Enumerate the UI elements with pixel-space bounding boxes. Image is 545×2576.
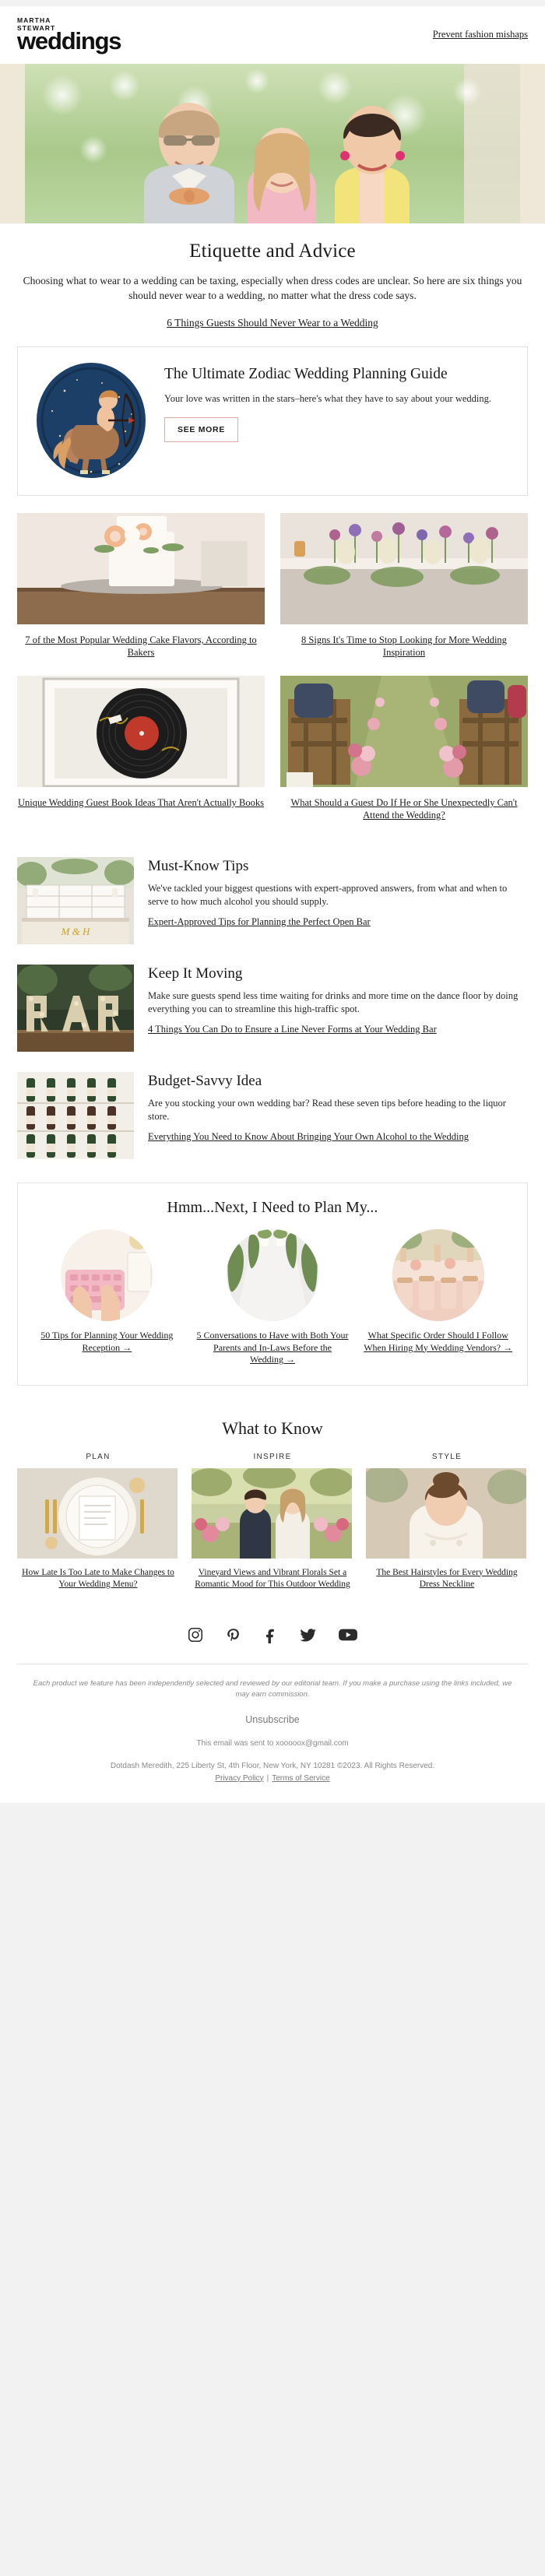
wtk-kicker-inspire: INSPIRE bbox=[253, 1452, 292, 1461]
affiliate-disclaimer: Each product we feature has been indepen… bbox=[33, 1678, 512, 1699]
bottom-strip bbox=[0, 1802, 545, 1815]
article-grid-row-2: Unique Wedding Guest Book Ideas That Are… bbox=[0, 659, 545, 821]
tip-row-budget-savvy-idea: Budget-Savvy Idea Are you stocking your … bbox=[0, 1052, 545, 1159]
tip-body: Must-Know Tips We've tackled your bigges… bbox=[148, 857, 528, 929]
email-footer: Each product we feature has been indepen… bbox=[0, 1664, 545, 1803]
tip-link[interactable]: Everything You Need to Know About Bringi… bbox=[148, 1123, 469, 1144]
zodiac-subtitle: Your love was written in the stars–here'… bbox=[164, 393, 491, 404]
aisle-greenery-image[interactable] bbox=[227, 1229, 318, 1321]
tip-text: Make sure guests spend less time waiting… bbox=[148, 990, 519, 1014]
company-address: Dotdash Meredith, 225 Liberty St, 4th Fl… bbox=[110, 1761, 435, 1770]
etiquette-section-title: Etiquette and Advice bbox=[189, 241, 356, 262]
what-to-know-item[interactable]: INSPIRE Vineyard Views and Vibrant Flora… bbox=[192, 1453, 353, 1590]
etiquette-intro: Choosing what to wear to a wedding can b… bbox=[23, 275, 522, 301]
wine-wall-image[interactable] bbox=[17, 1072, 134, 1159]
plan-caption[interactable]: 50 Tips for Planning Your Wedding Recept… bbox=[30, 1321, 184, 1354]
zodiac-body: The Ultimate Zodiac Wedding Planning Gui… bbox=[164, 363, 512, 442]
pinterest-icon[interactable] bbox=[224, 1626, 241, 1643]
plan-item[interactable]: What Specific Order Should I Follow When… bbox=[361, 1229, 515, 1366]
wtk-kicker-style: STYLE bbox=[431, 1452, 462, 1461]
article-card[interactable]: Unique Wedding Guest Book Ideas That Are… bbox=[17, 676, 265, 821]
bar-letters-image[interactable] bbox=[17, 965, 134, 1052]
pink-keyboard-image[interactable] bbox=[61, 1229, 153, 1321]
plan-columns: 50 Tips for Planning Your Wedding Recept… bbox=[30, 1229, 515, 1366]
tip-title: Budget-Savvy Idea bbox=[148, 1073, 262, 1089]
plan-item[interactable]: 5 Conversations to Have with Both Your P… bbox=[196, 1229, 350, 1366]
tip-link[interactable]: 4 Things You Can Do to Ensure a Line Nev… bbox=[148, 1015, 437, 1036]
svg-text:M & H: M & H bbox=[61, 926, 90, 937]
hero-image[interactable] bbox=[0, 64, 545, 223]
what-to-know-item[interactable]: STYLE The Best Hairstyles for Every Wedd… bbox=[366, 1453, 528, 1590]
tip-title: Must-Know Tips bbox=[148, 858, 249, 874]
facebook-icon[interactable] bbox=[262, 1626, 279, 1643]
blush-tablescape-image[interactable] bbox=[392, 1229, 484, 1321]
tip-title: Keep It Moving bbox=[148, 965, 243, 982]
place-setting-image[interactable] bbox=[17, 1467, 179, 1559]
plan-next-box: Hmm...Next, I Need to Plan My... 50 Tips… bbox=[17, 1183, 528, 1386]
plan-caption[interactable]: What Specific Order Should I Follow When… bbox=[361, 1321, 515, 1354]
article-grid-row-1: 7 of the Most Popular Wedding Cake Flavo… bbox=[0, 496, 545, 659]
email-page: MARTHA STEWART weddings Prevent fashion … bbox=[0, 0, 545, 1815]
brand-logo[interactable]: MARTHA STEWART weddings bbox=[17, 16, 122, 54]
terms-of-service-link[interactable]: Terms of Service bbox=[272, 1774, 329, 1783]
article-card[interactable]: 7 of the Most Popular Wedding Cake Flavo… bbox=[17, 513, 265, 659]
what-to-know-title: What to Know bbox=[222, 1418, 323, 1438]
zodiac-card[interactable]: The Ultimate Zodiac Wedding Planning Gui… bbox=[17, 346, 528, 496]
zodiac-title: The Ultimate Zodiac Wedding Planning Gui… bbox=[164, 366, 448, 382]
article-caption[interactable]: 7 of the Most Popular Wedding Cake Flavo… bbox=[17, 624, 265, 659]
vinyl-guestbook-image[interactable] bbox=[17, 676, 265, 787]
email-header: MARTHA STEWART weddings Prevent fashion … bbox=[0, 6, 545, 64]
article-card[interactable]: 8 Signs It's Time to Stop Looking for Mo… bbox=[280, 513, 528, 659]
sent-to-text: This email was sent to xooooox@gmail.com bbox=[196, 1738, 349, 1748]
ceremony-aisle-image[interactable] bbox=[280, 676, 528, 787]
open-bar-image[interactable]: M & H bbox=[17, 857, 134, 944]
header-preview-link[interactable]: Prevent fashion mishaps bbox=[433, 29, 528, 40]
legal-separator: | bbox=[266, 1773, 269, 1783]
article-caption[interactable]: 8 Signs It's Time to Stop Looking for Mo… bbox=[280, 624, 528, 659]
plan-item[interactable]: 50 Tips for Planning Your Wedding Recept… bbox=[30, 1229, 184, 1366]
wtk-caption[interactable]: Vineyard Views and Vibrant Florals Set a… bbox=[192, 1559, 353, 1590]
tip-text: Are you stocking your own wedding bar? R… bbox=[148, 1098, 506, 1122]
vineyard-couple-image[interactable] bbox=[192, 1467, 353, 1559]
bride-hairstyle-image[interactable] bbox=[366, 1467, 528, 1559]
what-to-know-item[interactable]: PLAN How Late Is Too Late to Make Change… bbox=[17, 1453, 179, 1590]
plan-caption[interactable]: 5 Conversations to Have with Both Your P… bbox=[196, 1321, 350, 1366]
see-more-button[interactable]: SEE MORE bbox=[164, 417, 239, 442]
wedding-cake-image[interactable] bbox=[17, 513, 265, 624]
zodiac-illustration bbox=[33, 363, 149, 478]
article-caption[interactable]: What Should a Guest Do If He or She Unex… bbox=[280, 787, 528, 821]
etiquette-cta-link[interactable]: 6 Things Guests Should Never Wear to a W… bbox=[0, 303, 545, 329]
social-links bbox=[0, 1590, 545, 1643]
wtk-caption[interactable]: How Late Is Too Late to Make Changes to … bbox=[17, 1559, 179, 1590]
privacy-policy-link[interactable]: Privacy Policy bbox=[215, 1774, 263, 1783]
logo-wordmark: weddings bbox=[17, 27, 122, 54]
wtk-caption[interactable]: The Best Hairstyles for Every Wedding Dr… bbox=[366, 1559, 528, 1590]
what-to-know-columns: PLAN How Late Is Too Late to Make Change… bbox=[0, 1439, 545, 1590]
instagram-icon[interactable] bbox=[187, 1626, 204, 1643]
tip-body: Keep It Moving Make sure guests spend le… bbox=[148, 965, 528, 1036]
tip-row-must-know-tips: M & H Must-Know Tips We've tackled your … bbox=[0, 821, 545, 944]
top-strip bbox=[0, 0, 545, 6]
tip-text: We've tackled your biggest questions wit… bbox=[148, 883, 508, 907]
floral-table-image[interactable] bbox=[280, 513, 528, 624]
twitter-icon[interactable] bbox=[299, 1626, 318, 1643]
tip-row-keep-it-moving: Keep It Moving Make sure guests spend le… bbox=[0, 944, 545, 1052]
youtube-icon[interactable] bbox=[338, 1626, 358, 1643]
article-card[interactable]: What Should a Guest Do If He or She Unex… bbox=[280, 676, 528, 821]
tip-body: Budget-Savvy Idea Are you stocking your … bbox=[148, 1072, 528, 1144]
legal-links: Privacy Policy | Terms of Service bbox=[31, 1773, 514, 1783]
unsubscribe-link[interactable]: Unsubscribe bbox=[245, 1700, 299, 1725]
wtk-kicker-plan: PLAN bbox=[86, 1452, 111, 1461]
tip-link[interactable]: Expert-Approved Tips for Planning the Pe… bbox=[148, 908, 371, 929]
plan-box-title: Hmm...Next, I Need to Plan My... bbox=[167, 1199, 378, 1216]
article-caption[interactable]: Unique Wedding Guest Book Ideas That Are… bbox=[17, 787, 265, 809]
